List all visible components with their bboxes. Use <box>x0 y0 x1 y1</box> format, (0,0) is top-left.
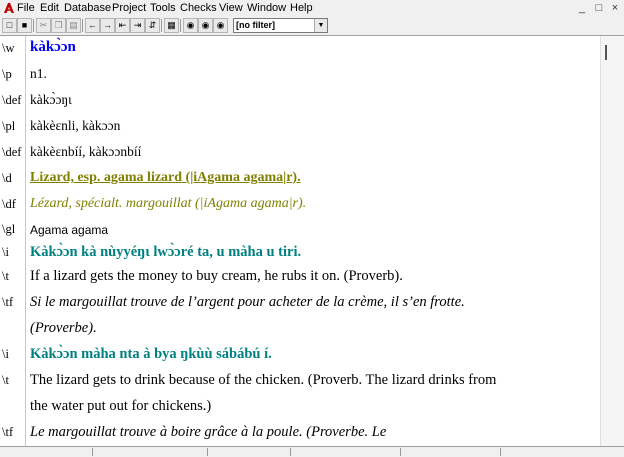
status-bar <box>0 446 624 457</box>
app-logo-icon[interactable] <box>2 1 16 15</box>
field-translation-en-continued[interactable]: the water put out for chickens.) <box>30 398 211 415</box>
sort-icon[interactable]: ⇵ <box>145 18 160 33</box>
marker-translation-fr: \tf <box>2 295 14 309</box>
marker-pos: \p <box>2 67 12 81</box>
field-translation-fr[interactable]: Le margouillat trouve à boire grâce à la… <box>30 424 386 441</box>
status-divider <box>290 448 291 456</box>
toolbar-separator <box>82 19 83 32</box>
previous-record-icon[interactable]: ← <box>85 18 100 33</box>
record-view: \w kàkɔ̀ɔn \p n1. \def kàkɔ̀ɔŋɩ \pl kàkè… <box>0 36 600 446</box>
marker-definition-en: \d <box>2 171 12 185</box>
field-example[interactable]: Kàkɔ̀ɔn kà nùyyéŋɩ lwɔ̀ɔré ta, u màha u … <box>30 244 301 261</box>
menu-edit[interactable]: Edit <box>40 2 59 15</box>
toolbar-separator <box>33 19 34 32</box>
menu-tools[interactable]: Tools <box>150 2 176 15</box>
marker-def: \def <box>2 145 22 159</box>
menu-checks[interactable]: Checks <box>180 2 217 15</box>
marker-definition-fr: \df <box>2 197 16 211</box>
menu-window[interactable]: Window <box>247 2 286 15</box>
marker-def: \def <box>2 93 22 107</box>
menu-help[interactable]: Help <box>290 2 313 15</box>
maximize-button[interactable]: □ <box>592 2 606 14</box>
field-gloss[interactable]: Agama agama <box>30 223 108 237</box>
marker-column-divider <box>25 36 26 446</box>
save-icon[interactable]: ■ <box>17 18 32 33</box>
menu-bar: File Edit Database Project Tools Checks … <box>0 0 624 17</box>
copy-icon[interactable]: ❐ <box>51 18 66 33</box>
field-def[interactable]: kàkɔ̀ɔŋɩ <box>30 92 72 108</box>
find-icon[interactable]: ◉ <box>183 18 198 33</box>
status-divider <box>92 448 93 456</box>
marker-lexeme: \w <box>2 41 15 55</box>
new-icon[interactable]: □ <box>2 18 17 33</box>
find-next-icon[interactable]: ◉ <box>198 18 213 33</box>
marker-gloss: \gl <box>2 222 16 236</box>
field-translation-fr[interactable]: Si le margouillat trouve de l’argent pou… <box>30 294 465 311</box>
find-previous-icon[interactable]: ◉ <box>213 18 228 33</box>
cut-icon[interactable]: ✂ <box>36 18 51 33</box>
toolbar-separator <box>180 19 181 32</box>
scrollbar-thumb[interactable] <box>605 45 607 60</box>
menu-view[interactable]: View <box>219 2 243 15</box>
marker-example: \i <box>2 245 9 259</box>
last-record-icon[interactable]: ⇥ <box>130 18 145 33</box>
field-translation-fr-continued[interactable]: (Proverbe). <box>30 320 97 337</box>
field-example[interactable]: Kàkɔ̀ɔn màha nta à bya ŋkùù sábábú í. <box>30 346 272 363</box>
marker-translation-en: \t <box>2 269 9 283</box>
filter-dropdown[interactable]: [no filter] ▼ <box>233 18 328 33</box>
field-pos[interactable]: n1. <box>30 66 47 82</box>
vertical-scrollbar[interactable] <box>600 36 624 446</box>
first-record-icon[interactable]: ⇤ <box>115 18 130 33</box>
field-definition-en[interactable]: Lizard, esp. agama lizard (|iAgama agama… <box>30 170 301 186</box>
field-def[interactable]: kàkèɛnbíí, kàkɔɔnbíí <box>30 144 141 160</box>
next-record-icon[interactable]: → <box>100 18 115 33</box>
chevron-down-icon[interactable]: ▼ <box>314 19 327 32</box>
browse-icon[interactable]: ▦ <box>164 18 179 33</box>
minimize-button[interactable]: _ <box>575 2 589 14</box>
menu-project[interactable]: Project <box>112 2 146 15</box>
field-lexeme[interactable]: kàkɔ̀ɔn <box>30 39 76 56</box>
marker-translation-fr: \tf <box>2 425 14 439</box>
status-divider <box>500 448 501 456</box>
field-plural[interactable]: kàkèɛnli, kàkɔɔn <box>30 118 120 134</box>
paste-icon[interactable]: ▤ <box>66 18 81 33</box>
status-divider <box>400 448 401 456</box>
close-button[interactable]: × <box>608 2 622 14</box>
toolbar-separator <box>161 19 162 32</box>
field-translation-en[interactable]: If a lizard gets the money to buy cream,… <box>30 268 403 285</box>
toolbar: □ ■ ✂ ❐ ▤ ← → ⇤ ⇥ ⇵ ▦ ◉ ◉ ◉ [no filter] … <box>0 17 624 36</box>
marker-translation-en: \t <box>2 373 9 387</box>
menu-database[interactable]: Database <box>64 2 111 15</box>
field-translation-en[interactable]: The lizard gets to drink because of the … <box>30 372 496 389</box>
marker-example: \i <box>2 347 9 361</box>
marker-plural: \pl <box>2 119 16 133</box>
status-divider <box>207 448 208 456</box>
field-definition-fr[interactable]: Lézard, spécialt. margouillat (|iAgama a… <box>30 196 306 212</box>
menu-file[interactable]: File <box>17 2 35 15</box>
filter-value: [no filter] <box>236 20 275 30</box>
